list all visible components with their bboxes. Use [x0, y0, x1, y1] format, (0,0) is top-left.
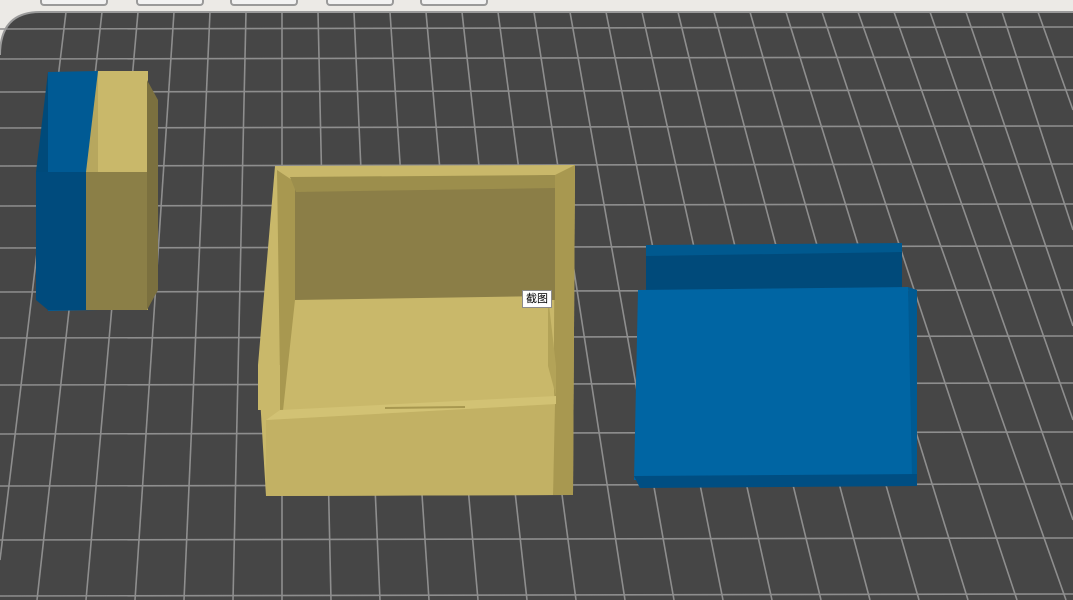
- screenshot-tooltip: 截图: [522, 290, 552, 308]
- two-color-block[interactable]: [36, 71, 158, 311]
- gold-box[interactable]: [258, 165, 575, 496]
- blue-bed[interactable]: [634, 243, 917, 488]
